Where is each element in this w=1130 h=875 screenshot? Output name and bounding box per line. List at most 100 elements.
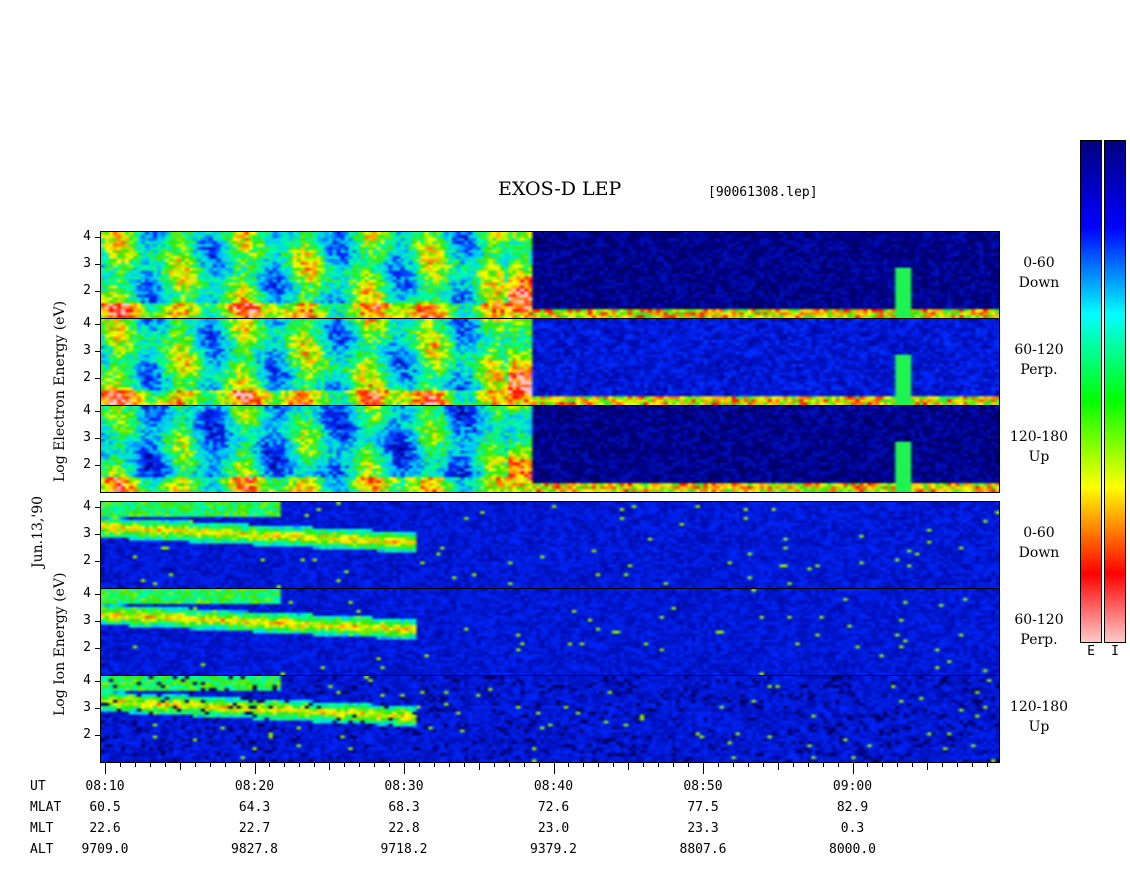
y-tick-mark <box>95 411 100 412</box>
x-row-value: 77.5 <box>687 800 719 815</box>
channel-label: 60-120 Perp. <box>1004 610 1074 650</box>
spectrogram-image <box>101 676 999 762</box>
x-tick-mark <box>957 762 959 767</box>
x-row-value: 22.8 <box>388 821 420 836</box>
x-row-value: 23.3 <box>687 821 719 836</box>
x-tick-mark <box>643 762 645 767</box>
x-row-value: 64.3 <box>238 800 271 815</box>
y-tick-mark <box>95 291 100 292</box>
x-tick-mark <box>314 762 316 767</box>
y-tick-label: 4 <box>83 586 91 601</box>
x-tick-mark <box>717 762 719 767</box>
y-tick-mark <box>95 507 100 508</box>
y-tick-mark <box>95 438 100 439</box>
electron-colorbar-label: E <box>1080 642 1102 661</box>
x-tick-mark <box>134 762 136 767</box>
spectrogram-image <box>101 589 999 675</box>
y-tick-label: 4 <box>83 673 91 688</box>
ion-spectrogram-1 <box>100 588 1000 676</box>
x-tick-mark <box>344 762 346 767</box>
y-tick-label: 3 <box>83 256 91 271</box>
y-tick-mark <box>95 351 100 352</box>
y-tick-label: 2 <box>83 370 91 385</box>
channel-label: 60-120 Perp. <box>1004 340 1074 380</box>
channel-direction: Up <box>1028 449 1050 465</box>
y-tick-mark <box>95 264 100 265</box>
x-tick-mark <box>538 762 540 767</box>
y-tick-label: 4 <box>83 316 91 331</box>
x-tick-mark <box>478 762 480 770</box>
x-tick-mark <box>897 762 899 767</box>
x-row-value: 08:10 <box>85 779 125 794</box>
y-tick-mark <box>95 534 100 535</box>
x-tick-mark <box>105 762 106 774</box>
y-tick-mark <box>95 708 100 709</box>
x-tick-mark <box>972 762 974 767</box>
x-tick-mark <box>747 762 749 767</box>
x-row-value: 9379.2 <box>530 842 577 857</box>
x-row-value: 23.0 <box>537 821 570 836</box>
y-tick-label: 3 <box>83 700 91 715</box>
channel-range: 60-120 <box>1014 612 1064 628</box>
electron-colorbar <box>1080 140 1102 661</box>
ion-colorbar-label: I <box>1104 642 1126 661</box>
y-tick-label: 2 <box>83 553 91 568</box>
x-tick-mark <box>568 762 570 767</box>
ion-colorbar <box>1104 140 1126 661</box>
electron-spectrogram-1 <box>100 318 1000 406</box>
y-tick-mark <box>95 594 100 595</box>
channel-direction: Down <box>1018 545 1060 561</box>
x-tick-mark <box>942 762 944 767</box>
y-tick-label: 4 <box>83 229 91 244</box>
x-tick-mark <box>508 762 510 767</box>
x-axis-line <box>100 762 1000 763</box>
spectrogram-image <box>101 232 999 318</box>
x-row-value: 60.5 <box>89 800 121 815</box>
x-row-value: 8000.0 <box>829 842 876 857</box>
y-tick-label: 4 <box>83 403 91 418</box>
y-tick-label: 2 <box>83 640 91 655</box>
x-tick-mark <box>628 762 630 770</box>
y-tick-label: 3 <box>83 613 91 628</box>
channel-label: 0-60 Down <box>1004 523 1074 563</box>
channel-label: 0-60 Down <box>1004 253 1074 293</box>
y-tick-mark <box>95 648 100 649</box>
x-tick-mark <box>463 762 465 767</box>
x-tick-mark <box>194 762 196 767</box>
x-tick-mark <box>269 762 271 767</box>
ion-ylabel: Log Ion Energy (eV) <box>52 572 68 716</box>
x-tick-mark <box>927 762 929 770</box>
x-tick-mark <box>882 762 884 767</box>
channel-range: 120-180 <box>1009 699 1069 715</box>
x-tick-mark <box>688 762 690 767</box>
ion-spectrogram-0 <box>100 501 1000 589</box>
x-row-value: 08:20 <box>234 779 275 794</box>
x-row-value: 82.9 <box>836 800 869 815</box>
x-row-value: 08:40 <box>533 779 574 794</box>
channel-direction: Perp. <box>1020 362 1058 378</box>
x-tick-mark <box>389 762 391 767</box>
y-tick-mark <box>95 735 100 736</box>
x-tick-mark <box>583 762 585 767</box>
electron-spectrogram-2 <box>100 405 1000 493</box>
x-row-value: 0.3 <box>840 821 865 836</box>
channel-direction: Perp. <box>1020 632 1058 648</box>
x-tick-mark <box>359 762 361 767</box>
chart-title: EXOS-D LEP <box>498 178 622 200</box>
y-tick-mark <box>95 621 100 622</box>
y-tick-label: 2 <box>83 727 91 742</box>
x-tick-mark <box>553 762 555 774</box>
x-row-value: 68.3 <box>388 800 420 815</box>
electron-spectrogram-0 <box>100 231 1000 319</box>
channel-label: 120-180 Up <box>1004 697 1074 737</box>
ion-spectrogram-2 <box>100 675 1000 763</box>
x-row-value: 08:30 <box>384 779 424 794</box>
x-row-value: 22.6 <box>89 821 121 836</box>
x-tick-mark <box>493 762 495 767</box>
x-row-label: ALT <box>30 842 54 857</box>
x-tick-mark <box>912 762 914 767</box>
x-tick-mark <box>613 762 615 767</box>
x-tick-mark <box>404 762 405 774</box>
x-tick-mark <box>732 762 734 767</box>
x-row-value: 08:50 <box>683 779 723 794</box>
